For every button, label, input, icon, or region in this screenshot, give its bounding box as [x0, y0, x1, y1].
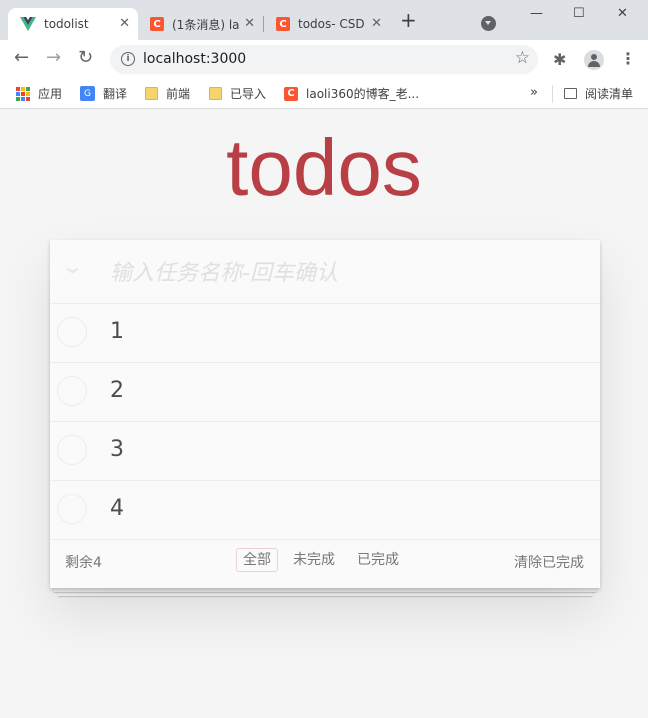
todo-checkbox[interactable]: [57, 435, 87, 465]
filter-all[interactable]: 全部: [236, 548, 278, 572]
bookmark-apps[interactable]: 应用: [16, 85, 62, 102]
tab-csdn-todos[interactable]: C todos- CSD ✕: [264, 8, 390, 40]
reload-icon[interactable]: ↻: [78, 48, 93, 68]
filter-group: 全部 未完成 已完成: [236, 548, 414, 572]
todo-item: 3: [50, 422, 600, 481]
menu-dots-icon[interactable]: ⋮: [620, 49, 636, 68]
new-tab-button[interactable]: +: [400, 10, 417, 30]
bookmark-label: 应用: [38, 87, 63, 101]
reading-list-icon: [564, 88, 577, 99]
bookmark-laoli360-blog[interactable]: C laoli360的博客_老...: [284, 85, 419, 102]
csdn-icon: C: [150, 17, 164, 31]
todo-label[interactable]: 3: [110, 436, 124, 464]
toggle-all-chevron-icon[interactable]: ⌄: [61, 254, 84, 278]
todo-list: 1 2 3 4: [50, 304, 600, 540]
bookmarks-divider: [552, 85, 553, 103]
clear-completed-button[interactable]: 清除已完成: [514, 552, 584, 572]
todo-checkbox[interactable]: [57, 376, 87, 406]
bookmarks-bar: 应用 G 翻译 前端 已导入 C laoli360的博客_老... » 阅读清单: [0, 79, 648, 109]
extensions-puzzle-icon[interactable]: ✱: [553, 50, 566, 69]
new-todo-row: ⌄: [50, 240, 600, 304]
bookmark-star-icon[interactable]: ☆: [515, 48, 530, 68]
page-viewport: todos ⌄ 1 2 3 4 剩余4: [0, 110, 648, 718]
tab-title: todolist: [44, 17, 89, 31]
translate-icon: G: [80, 86, 95, 101]
tab-title: todos- CSD: [298, 17, 365, 31]
window-close-icon[interactable]: ✕: [617, 6, 628, 21]
bookmark-translate[interactable]: G 翻译: [80, 85, 127, 102]
new-todo-input[interactable]: [110, 253, 580, 293]
bookmark-label: laoli360的博客_老...: [306, 87, 420, 101]
reading-list-label: 阅读清单: [585, 87, 634, 101]
folder-icon: [145, 87, 158, 100]
minimize-icon[interactable]: —: [530, 6, 543, 21]
tab-todolist[interactable]: todolist ✕: [8, 8, 138, 40]
todo-checkbox[interactable]: [57, 317, 87, 347]
maximize-icon[interactable]: ☐: [573, 6, 585, 21]
tab-search-icon[interactable]: [481, 16, 496, 31]
reading-list-button[interactable]: 阅读清单: [564, 85, 633, 102]
csdn-icon: C: [284, 86, 298, 101]
todo-label[interactable]: 1: [110, 318, 124, 346]
bookmark-label: 前端: [166, 87, 191, 101]
vue-icon: [20, 17, 36, 31]
address-bar[interactable]: i localhost:3000 ☆: [110, 45, 538, 74]
apps-icon: [16, 86, 30, 101]
app-title: todos: [226, 123, 422, 212]
close-tab-icon[interactable]: ✕: [371, 16, 382, 31]
bookmark-label: 已导入: [230, 87, 267, 101]
todo-item: 1: [50, 304, 600, 363]
filter-completed[interactable]: 已完成: [350, 548, 406, 572]
remaining-count: 剩余4: [65, 555, 102, 571]
todo-app-card: ⌄ 1 2 3 4 剩余4 全部 未: [50, 240, 600, 588]
tab-strip: todolist ✕ C (1条消息) la ✕ C todos- CSD ✕ …: [0, 0, 648, 40]
todo-checkbox[interactable]: [57, 494, 87, 524]
close-tab-icon[interactable]: ✕: [244, 16, 255, 31]
bookmark-folder-frontend[interactable]: 前端: [145, 85, 190, 102]
todo-label[interactable]: 2: [110, 377, 124, 405]
filter-active[interactable]: 未完成: [286, 548, 342, 572]
todo-item: 4: [50, 481, 600, 540]
tab-csdn-messages[interactable]: C (1条消息) la ✕: [138, 8, 263, 40]
csdn-icon: C: [276, 17, 290, 31]
address-text[interactable]: localhost:3000: [143, 51, 246, 67]
browser-toolbar: ← → ↻ i localhost:3000 ☆ ✱ ⋮: [0, 40, 648, 79]
folder-icon: [209, 87, 222, 100]
forward-arrow-icon[interactable]: →: [46, 48, 61, 68]
close-tab-icon[interactable]: ✕: [119, 16, 130, 31]
site-info-icon[interactable]: i: [121, 52, 135, 66]
bookmark-folder-imported[interactable]: 已导入: [209, 85, 266, 102]
tab-title: (1条消息) la: [172, 17, 240, 32]
bookmarks-overflow-icon[interactable]: »: [530, 85, 538, 100]
back-arrow-icon[interactable]: ←: [14, 48, 29, 68]
todo-label[interactable]: 4: [110, 495, 124, 523]
profile-avatar-icon[interactable]: [584, 50, 604, 70]
todo-footer: 剩余4 全部 未完成 已完成 清除已完成: [50, 540, 600, 586]
todo-item: 2: [50, 363, 600, 422]
bookmark-label: 翻译: [103, 87, 128, 101]
